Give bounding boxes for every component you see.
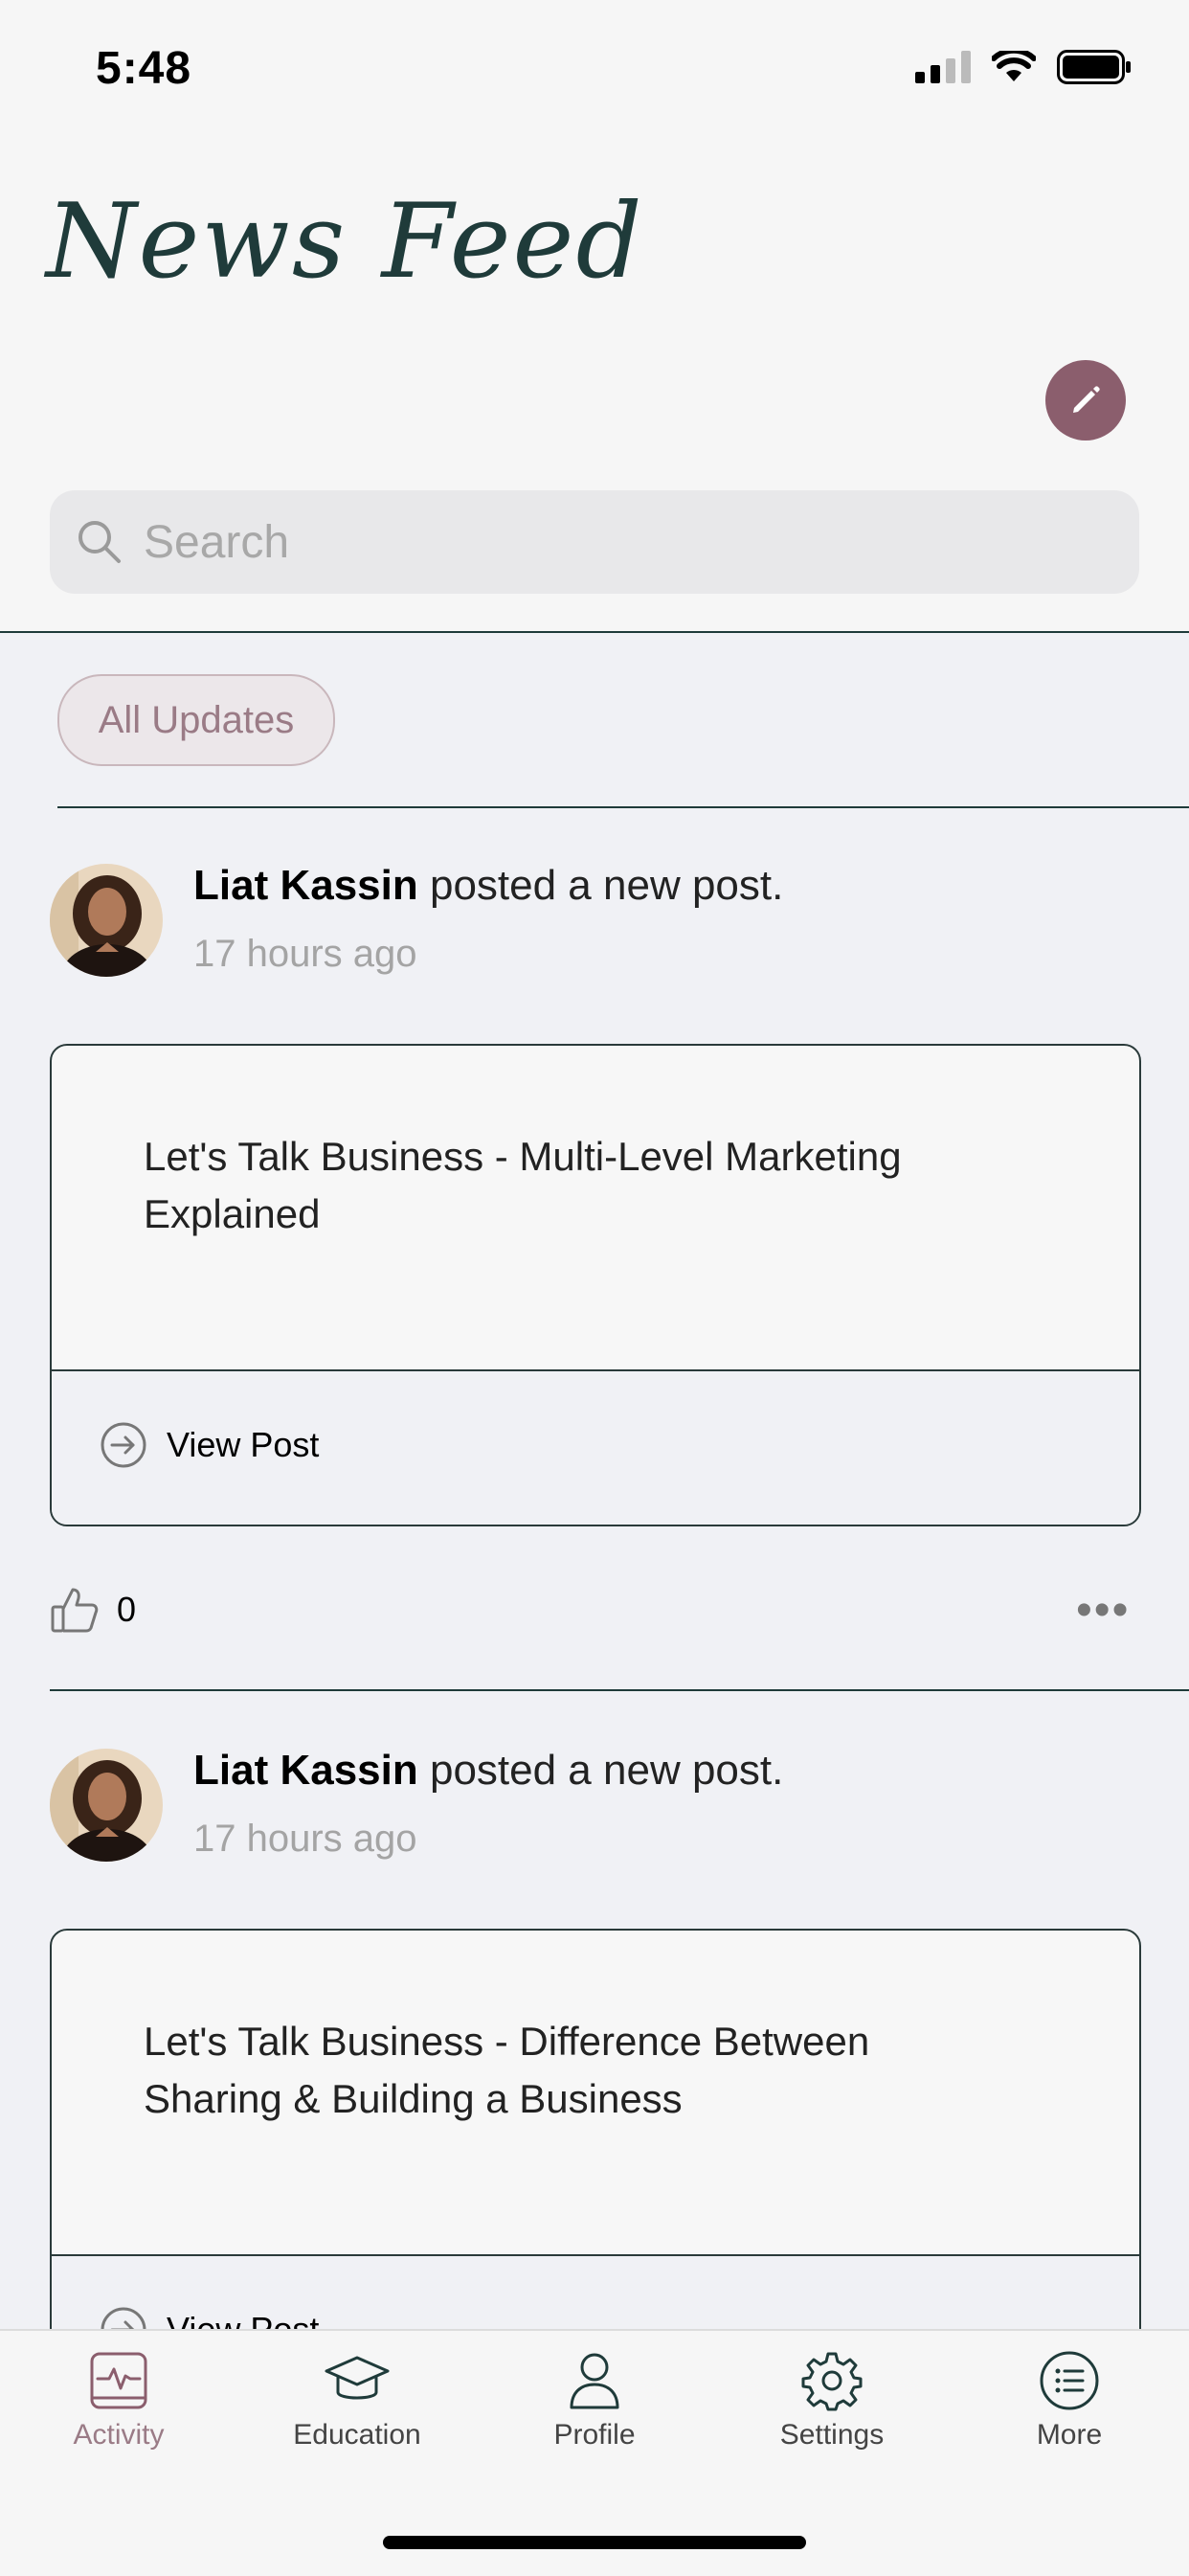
like-row: 0: [50, 1586, 136, 1634]
tab-education[interactable]: Education: [261, 2350, 453, 2452]
wifi-icon: [992, 51, 1036, 81]
tab-label: Education: [293, 2419, 421, 2451]
post-timestamp: 17 hours ago: [193, 1818, 417, 1860]
list-icon: [1040, 2351, 1099, 2410]
filter-all-updates[interactable]: All Updates: [57, 674, 335, 766]
post-header: Liat Kassin posted a new post.: [193, 1747, 783, 1795]
tab-settings[interactable]: Settings: [736, 2350, 928, 2452]
arrow-circle-right-icon: [101, 1422, 146, 1468]
header-divider: [0, 631, 1189, 633]
tab-label: Settings: [779, 2419, 885, 2451]
tab-label: More: [1036, 2419, 1103, 2451]
compose-post-button[interactable]: [1045, 360, 1126, 441]
status-bar: 5:48: [0, 0, 1189, 134]
graduation-cap-icon: [325, 2356, 390, 2400]
thumbs-up-icon[interactable]: [50, 1586, 100, 1634]
avatar[interactable]: [50, 1749, 163, 1862]
post-timestamp: 17 hours ago: [193, 933, 417, 975]
post-header: Liat Kassin posted a new post.: [193, 862, 783, 910]
tab-label: Profile: [553, 2419, 636, 2451]
avatar-image: [50, 1749, 163, 1862]
tab-activity[interactable]: Activity: [23, 2350, 214, 2452]
tab-more[interactable]: More: [974, 2350, 1165, 2452]
search-icon: [79, 521, 121, 563]
status-time: 5:48: [96, 43, 192, 94]
post-action: posted a new post.: [417, 1747, 784, 1794]
search-bar[interactable]: [50, 490, 1139, 594]
home-indicator: [383, 2536, 806, 2549]
post-author[interactable]: Liat Kassin: [193, 1747, 418, 1794]
view-post-label: View Post: [167, 1425, 320, 1464]
post-card[interactable]: Let's Talk Business - Multi-Level Market…: [50, 1044, 1141, 1526]
view-post-button[interactable]: View Post: [100, 1421, 319, 1469]
post-action: posted a new post.: [417, 862, 784, 909]
status-icons: [915, 50, 1132, 84]
page-title: News Feed: [46, 182, 644, 302]
profile-icon: [570, 2353, 619, 2409]
avatar[interactable]: [50, 864, 163, 977]
battery-icon: [1057, 50, 1131, 84]
post-author[interactable]: Liat Kassin: [193, 862, 418, 909]
post-card-text: Let's Talk Business - Difference Between…: [144, 2019, 870, 2121]
avatar-image: [50, 864, 163, 977]
pencil-icon: [1073, 386, 1100, 413]
tab-label: Activity: [73, 2419, 165, 2451]
tab-profile[interactable]: Profile: [499, 2350, 690, 2452]
search-input[interactable]: [142, 514, 1007, 570]
card-footer: View Post: [52, 1371, 1139, 1525]
cellular-signal-icon: [915, 51, 971, 83]
more-options-icon[interactable]: •••: [1076, 1584, 1130, 1637]
gear-icon: [801, 2352, 863, 2411]
activity-icon: [90, 2352, 147, 2409]
post-card-text: Let's Talk Business - Multi-Level Market…: [144, 1134, 902, 1236]
post-divider: [50, 1689, 1189, 1691]
divider: [57, 806, 1189, 808]
like-count: 0: [117, 1590, 137, 1629]
